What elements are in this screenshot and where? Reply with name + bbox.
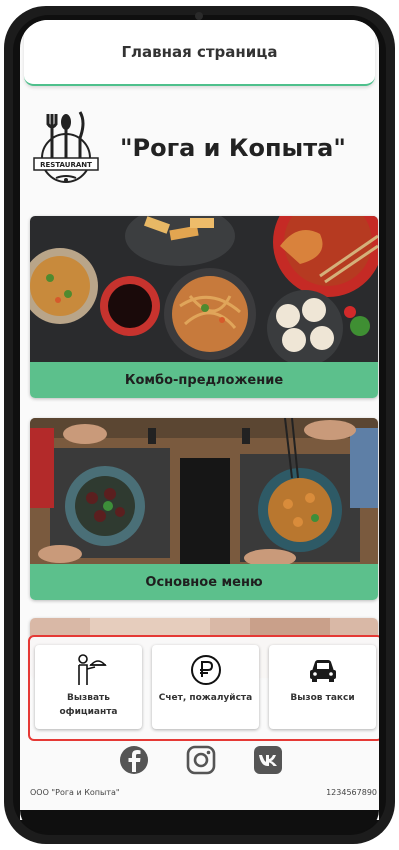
company-name: ООО "Рога и Копыта" bbox=[30, 788, 120, 797]
waiter-icon bbox=[77, 654, 107, 685]
call-waiter-button[interactable]: Вызвать официанта bbox=[35, 645, 142, 729]
phone-chin bbox=[20, 810, 379, 832]
call-taxi-button[interactable]: Вызов такси bbox=[269, 645, 376, 729]
asian-food-photo bbox=[30, 216, 378, 362]
car-icon bbox=[309, 660, 336, 682]
restaurant-logo: RESTAURANT bbox=[33, 111, 99, 183]
restaurant-dinner-photo bbox=[30, 418, 378, 564]
combo-offer-card[interactable]: Комбо-предложение bbox=[30, 216, 378, 398]
call-waiter-label: Вызвать официанта bbox=[59, 693, 118, 717]
logo-text: RESTAURANT bbox=[40, 161, 92, 169]
social-links bbox=[20, 744, 379, 780]
top-bar: Главная страница bbox=[24, 20, 375, 86]
main-menu-card[interactable]: Основное меню bbox=[30, 418, 378, 600]
vk-icon[interactable] bbox=[252, 744, 284, 776]
app-screen: Главная страница RESTAURANT "Рога и Копы… bbox=[20, 20, 379, 820]
brand-block: RESTAURANT "Рога и Копыта" bbox=[20, 106, 379, 196]
page-title: Главная страница bbox=[121, 43, 278, 61]
restaurant-name: "Рога и Копыта" bbox=[120, 134, 346, 162]
front-camera bbox=[195, 12, 203, 20]
ruble-icon bbox=[190, 655, 221, 685]
quick-actions-panel: Вызвать официанта Счет, пожалуйста Вызов… bbox=[28, 635, 379, 741]
request-bill-label: Счет, пожалуйста bbox=[158, 693, 253, 703]
instagram-icon[interactable] bbox=[185, 744, 217, 776]
facebook-icon[interactable] bbox=[118, 744, 150, 776]
footer: ООО "Рога и Копыта" 1234567890 bbox=[20, 784, 379, 804]
call-taxi-label: Вызов такси bbox=[290, 693, 355, 703]
request-bill-button[interactable]: Счет, пожалуйста bbox=[152, 645, 259, 729]
phone-number: 1234567890 bbox=[326, 788, 377, 797]
combo-offer-label: Комбо-предложение bbox=[30, 362, 378, 398]
main-menu-label: Основное меню bbox=[30, 564, 378, 600]
